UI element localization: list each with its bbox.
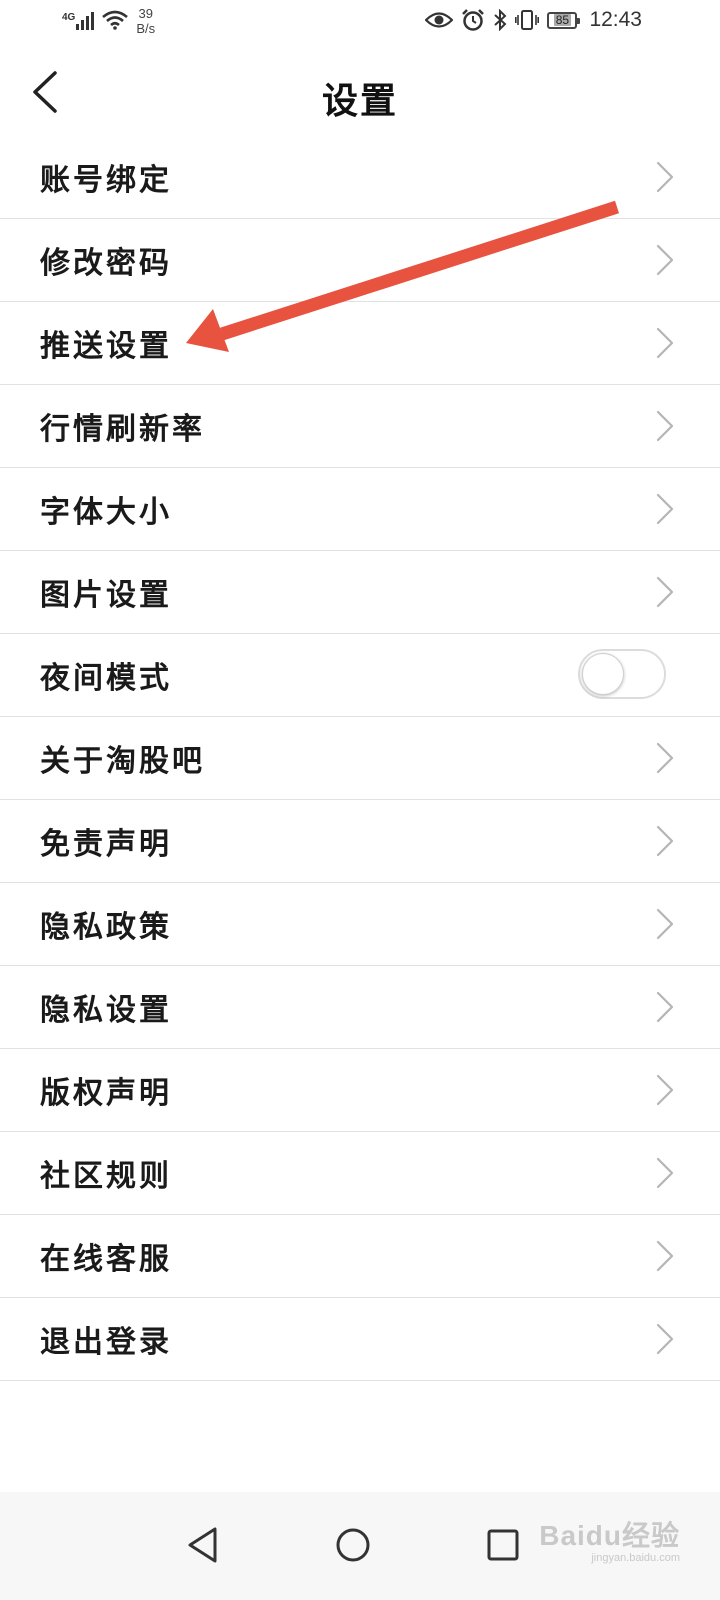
recents-square-icon (487, 1529, 519, 1561)
settings-item[interactable]: 图片设置 (0, 551, 720, 634)
settings-item[interactable]: 社区规则 (0, 1132, 720, 1215)
battery-icon: 85 (547, 11, 581, 29)
chevron-right-icon (656, 493, 674, 525)
chevron-right-icon (656, 327, 674, 359)
home-circle-icon (336, 1528, 370, 1562)
settings-item-label: 关于淘股吧 (40, 744, 205, 779)
navigation-bar: Baidu经验 jingyan.baidu.com (0, 1492, 720, 1600)
chevron-right-icon (656, 1157, 674, 1189)
settings-item-label: 账号绑定 (40, 163, 172, 198)
alarm-icon (462, 9, 485, 31)
battery-level: 85 (553, 13, 572, 27)
watermark-main: Baidu经验 (539, 1520, 680, 1551)
page-title: 设置 (321, 80, 398, 122)
speed-value: 39 (138, 6, 153, 21)
wifi-icon (102, 10, 129, 30)
settings-item[interactable]: 行情刷新率 (0, 385, 720, 468)
chevron-right-icon (656, 410, 674, 442)
back-triangle-icon (188, 1527, 217, 1563)
settings-item-label: 行情刷新率 (40, 412, 205, 447)
settings-item[interactable]: 在线客服 (0, 1215, 720, 1298)
settings-list: 账号绑定修改密码推送设置行情刷新率字体大小图片设置夜间模式关于淘股吧免责声明隐私… (0, 136, 720, 1381)
settings-item-label: 隐私政策 (40, 910, 172, 945)
chevron-right-icon (656, 244, 674, 276)
chevron-right-icon (656, 1074, 674, 1106)
settings-item-label: 在线客服 (40, 1242, 172, 1277)
chevron-right-icon (656, 825, 674, 857)
settings-item-label: 免责声明 (40, 827, 172, 862)
settings-item[interactable]: 关于淘股吧 (0, 717, 720, 800)
eye-icon (425, 12, 454, 28)
settings-item-label: 修改密码 (40, 246, 172, 281)
settings-item[interactable]: 隐私政策 (0, 883, 720, 966)
night-mode-toggle[interactable] (578, 649, 666, 699)
settings-item[interactable]: 隐私设置 (0, 966, 720, 1049)
speed-unit: B/s (136, 21, 156, 36)
settings-item-label: 隐私设置 (40, 993, 172, 1028)
settings-item[interactable]: 账号绑定 (0, 136, 720, 219)
settings-item[interactable]: 字体大小 (0, 468, 720, 551)
network-type: 4G (62, 12, 76, 23)
status-bar: 4G 39 B/s 85 12:43 (0, 0, 720, 48)
settings-item[interactable]: 夜间模式 (0, 634, 720, 717)
settings-item[interactable]: 修改密码 (0, 219, 720, 302)
nav-recents-button[interactable] (478, 1520, 528, 1570)
toggle-knob (582, 653, 624, 695)
status-left: 4G 39 B/s (62, 6, 155, 36)
chevron-right-icon (656, 742, 674, 774)
watermark: Baidu经验 jingyan.baidu.com (539, 1514, 680, 1564)
nav-back-button[interactable] (178, 1520, 228, 1570)
chevron-right-icon (656, 1323, 674, 1355)
settings-item[interactable]: 退出登录 (0, 1298, 720, 1381)
settings-item-label: 推送设置 (40, 329, 172, 364)
settings-item[interactable]: 免责声明 (0, 800, 720, 883)
clock: 12:43 (589, 8, 642, 31)
settings-item[interactable]: 版权声明 (0, 1049, 720, 1132)
chevron-right-icon (656, 991, 674, 1023)
settings-item[interactable]: 推送设置 (0, 302, 720, 385)
chevron-right-icon (656, 161, 674, 193)
chevron-right-icon (656, 1240, 674, 1272)
settings-item-label: 退出登录 (40, 1325, 172, 1360)
settings-item-label: 夜间模式 (40, 661, 172, 696)
chevron-right-icon (656, 576, 674, 608)
settings-item-label: 社区规则 (40, 1159, 172, 1194)
settings-item-label: 版权声明 (40, 1076, 172, 1111)
chevron-right-icon (656, 908, 674, 940)
vibrate-icon (515, 10, 540, 30)
settings-item-label: 图片设置 (40, 578, 172, 613)
nav-home-button[interactable] (328, 1520, 378, 1570)
network-speed: 39 B/s (136, 6, 155, 36)
status-right: 85 12:43 (425, 8, 642, 32)
settings-item-label: 字体大小 (40, 495, 172, 530)
signal-icon (76, 8, 95, 30)
bluetooth-icon (494, 9, 507, 31)
header: 设置 (0, 48, 720, 136)
